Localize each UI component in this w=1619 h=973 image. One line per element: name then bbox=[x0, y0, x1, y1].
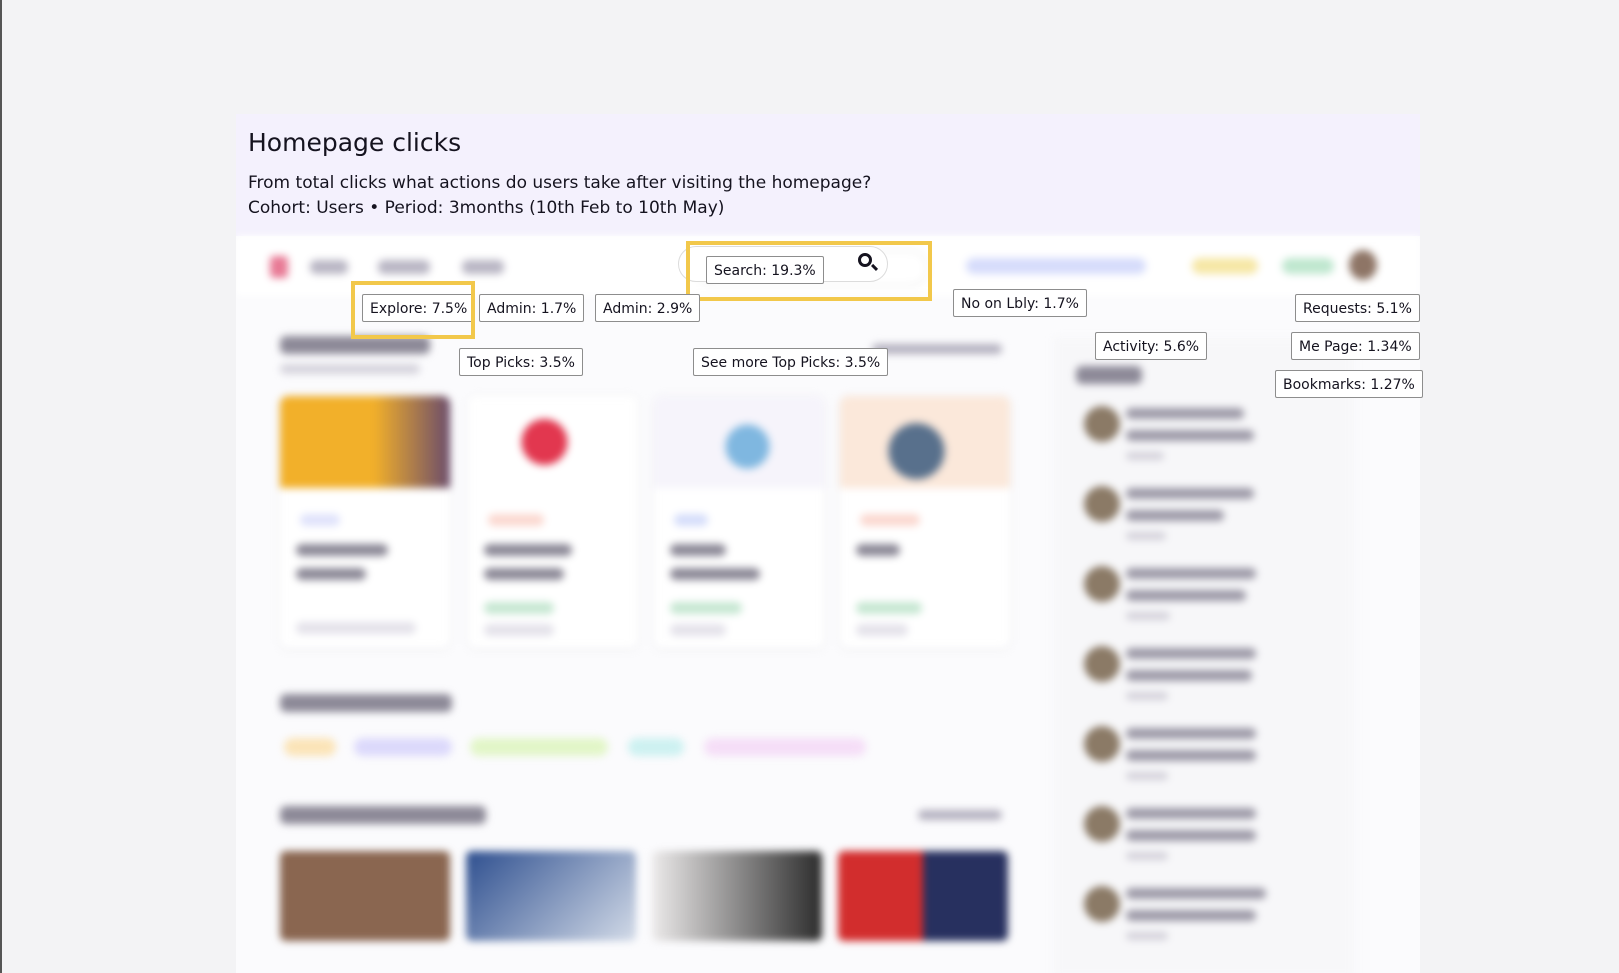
chip bbox=[284, 738, 336, 756]
pick-card bbox=[654, 396, 824, 648]
activity-click-tag: Activity: 5.6% bbox=[1095, 332, 1208, 360]
admin-click-tag: Admin: 1.7% bbox=[479, 294, 585, 322]
page-subtitle: From total clicks what actions do users … bbox=[248, 173, 872, 193]
me-page-click-tag: Me Page: 1.34% bbox=[1291, 332, 1420, 360]
blurred-content bbox=[236, 236, 1420, 973]
request-link bbox=[966, 258, 1146, 274]
view-all-link bbox=[918, 810, 1002, 820]
cohort-period: Cohort: Users • Period: 3months (10th Fe… bbox=[248, 198, 725, 218]
nav-home bbox=[310, 260, 348, 274]
blurred-homepage-screenshot bbox=[236, 236, 1420, 973]
see-more-link bbox=[872, 344, 1002, 354]
window-frame-edge bbox=[0, 0, 2, 973]
status-badge bbox=[1192, 258, 1258, 274]
rec-image bbox=[652, 851, 822, 941]
status-badge-green bbox=[1282, 258, 1334, 274]
activity-heading bbox=[1076, 366, 1142, 384]
rec-image bbox=[466, 851, 636, 941]
pick-card bbox=[468, 396, 638, 648]
see-more-top-picks-click-tag: See more Top Picks: 3.5% bbox=[693, 348, 889, 376]
avatar bbox=[1349, 250, 1377, 280]
requests-click-tag: Requests: 5.1% bbox=[1295, 294, 1420, 322]
app-logo bbox=[270, 256, 288, 278]
rec-image bbox=[838, 851, 1008, 941]
chip bbox=[704, 738, 866, 756]
pick-card bbox=[280, 396, 450, 648]
chip bbox=[354, 738, 452, 756]
report-header: Homepage clicks From total clicks what a… bbox=[236, 114, 1420, 236]
top-picks-click-tag: Top Picks: 3.5% bbox=[459, 348, 583, 376]
nav-explore bbox=[378, 260, 430, 274]
page-title: Homepage clicks bbox=[248, 128, 462, 157]
recommendations-heading bbox=[280, 806, 486, 824]
nav-admin bbox=[462, 260, 504, 274]
no-on-lbly-click-tag: No on Lbly: 1.7% bbox=[953, 289, 1087, 317]
explore-highlight bbox=[351, 281, 475, 339]
chip bbox=[628, 738, 684, 756]
top-picks-sub bbox=[280, 364, 420, 374]
rec-image bbox=[280, 851, 450, 941]
pick-card bbox=[840, 396, 1010, 648]
bookmarks-click-tag: Bookmarks: 1.27% bbox=[1275, 370, 1423, 398]
search-highlight bbox=[686, 241, 932, 301]
job-families-heading bbox=[280, 694, 452, 712]
admin-click-tag-2: Admin: 2.9% bbox=[595, 294, 701, 322]
chip bbox=[470, 738, 608, 756]
